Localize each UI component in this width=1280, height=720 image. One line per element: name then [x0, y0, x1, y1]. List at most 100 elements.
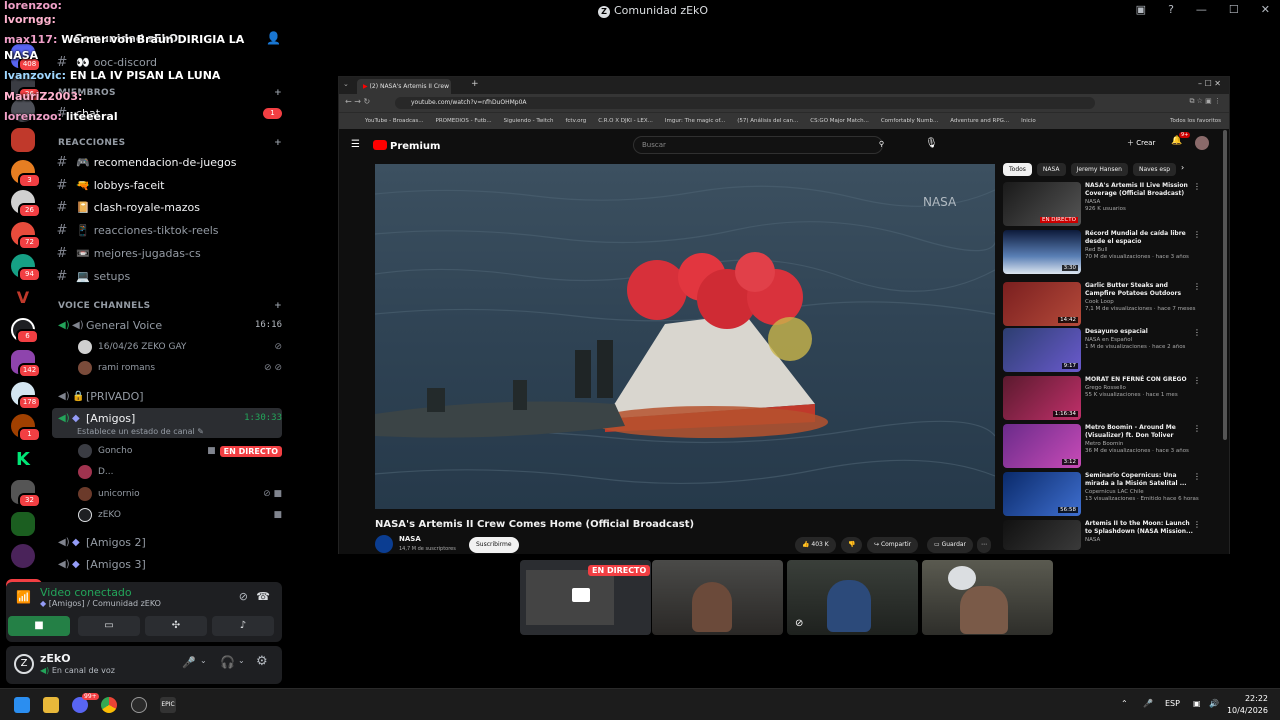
close-button[interactable]: ✕: [1261, 3, 1270, 16]
voice-member[interactable]: rami romans ⊘ ⊘: [78, 359, 282, 377]
voice-member[interactable]: 16/04/26 ZEKO GAY ⊘: [78, 338, 282, 356]
clock[interactable]: 22:22 10/4/2026: [1227, 693, 1268, 717]
category-miembros[interactable]: MIEMBROS +: [58, 88, 282, 98]
voice-status[interactable]: Video conectado: [40, 586, 132, 599]
youtube-search-input[interactable]: Buscar ⚲: [633, 136, 884, 154]
more-icon[interactable]: ⋮: [1193, 182, 1201, 191]
recommended-video[interactable]: 3:12 Metro Boomin - Around Me (Visualize…: [1003, 424, 1213, 468]
chip-todos[interactable]: Todos: [1003, 163, 1032, 176]
noise-suppression-icon[interactable]: ⊘: [239, 590, 248, 603]
language-indicator[interactable]: ESP: [1165, 699, 1180, 708]
chrome-icon[interactable]: [101, 697, 117, 713]
recommended-video[interactable]: Artemis II to the Moon: Launch to Splash…: [1003, 520, 1213, 550]
tab-search-icon[interactable]: ⌄: [343, 80, 349, 88]
channel-setups[interactable]: # 💻 setups: [52, 266, 282, 286]
camera-button[interactable]: ■: [8, 616, 70, 636]
bookmark[interactable]: Siguiendo - Twitch: [504, 118, 554, 124]
add-channel-icon[interactable]: +: [274, 301, 282, 311]
user-name[interactable]: zEkO: [40, 652, 71, 665]
voice-member[interactable]: D...: [78, 463, 282, 481]
recommended-video[interactable]: 9:17 Desayuno espacial NASA en Español 1…: [1003, 328, 1213, 372]
nasa-channel-avatar[interactable]: [375, 535, 393, 553]
more-icon[interactable]: ⋮: [1193, 328, 1201, 337]
channel-reacciones-tiktok-reels[interactable]: # 📱 reacciones-tiktok-reels: [52, 220, 282, 240]
server-icon-z[interactable]: 6: [11, 318, 39, 344]
account-avatar[interactable]: [1195, 136, 1209, 150]
headphones-icon[interactable]: 🎧: [220, 655, 235, 669]
server-icon-11[interactable]: 32: [11, 480, 41, 508]
bookmark[interactable]: Imgur: The magic of...: [665, 118, 725, 124]
user-avatar[interactable]: Z: [14, 654, 34, 674]
bookmark[interactable]: fctv.org: [565, 118, 586, 124]
bookmark[interactable]: Inicio: [1021, 118, 1036, 124]
windows-start-icon[interactable]: [14, 697, 30, 713]
gear-icon[interactable]: ⚙: [256, 654, 268, 669]
recommended-video[interactable]: 56:58 Seminario Copernicus: Una mirada a…: [1003, 472, 1213, 516]
server-icon-7[interactable]: 94: [11, 254, 41, 282]
stream-browser-window[interactable]: ⌄ ▶ (2) NASA's Artemis II Crew + – ☐ ✕ ←…: [338, 76, 1230, 554]
address-bar[interactable]: youtube.com/watch?v=nfhDuOHMp0A: [395, 97, 1095, 109]
stream-tile-camera-3[interactable]: [922, 560, 1053, 635]
channel-mejores-jugadas-cs[interactable]: # 📼 mejores-jugadas-cs: [52, 243, 282, 263]
voice-channel-amigos-3[interactable]: ◀) ◆ [Amigos 3]: [58, 554, 282, 574]
volume-icon[interactable]: 🔊: [1209, 699, 1219, 708]
chevron-down-icon[interactable]: ⌄: [238, 656, 245, 665]
bookmark[interactable]: CS:GO Major Match...: [810, 118, 869, 124]
microphone-icon[interactable]: 🎤: [182, 656, 196, 669]
chip-naves[interactable]: Naves esp: [1132, 163, 1177, 176]
screen-share-button[interactable]: ▭: [78, 616, 140, 636]
recommended-video[interactable]: 3:30 Récord Mundial de caída libre desde…: [1003, 230, 1213, 274]
bookmark[interactable]: PROMEDIOS - Futb...: [436, 118, 492, 124]
bookmark[interactable]: Comfortably Numb...: [881, 118, 938, 124]
server-icon-v[interactable]: V: [11, 286, 35, 310]
more-icon[interactable]: ⋮: [1193, 282, 1201, 291]
dislike-button[interactable]: 👎: [841, 537, 863, 553]
voice-member-unicornio[interactable]: unicornio ⊘ ■: [78, 485, 282, 503]
steam-icon[interactable]: [131, 697, 147, 713]
help-icon[interactable]: ?: [1168, 3, 1174, 16]
more-icon[interactable]: ⋮: [1193, 472, 1201, 481]
set-channel-status[interactable]: Establece un estado de canal ✎: [77, 427, 204, 436]
channel-name[interactable]: NASA: [399, 535, 421, 543]
channel-clash-royale-mazos[interactable]: # 📔 clash-royale-mazos: [52, 197, 282, 217]
more-icon[interactable]: ⋮: [1193, 520, 1201, 529]
signal-icon[interactable]: 📶: [16, 590, 31, 604]
save-button[interactable]: ▭ Guardar: [927, 537, 974, 553]
chip-nasa[interactable]: NASA: [1036, 163, 1066, 176]
like-button[interactable]: 👍 403 K: [795, 537, 836, 553]
file-explorer-icon[interactable]: [43, 697, 59, 713]
add-member-icon[interactable]: 👤: [266, 31, 281, 45]
server-icon-8[interactable]: 142: [11, 350, 41, 378]
browser-tab[interactable]: ▶ (2) NASA's Artemis II Crew: [357, 79, 451, 94]
stream-tile-screen[interactable]: EN DIRECTO: [520, 560, 651, 635]
chevron-right-icon[interactable]: ›: [1181, 163, 1184, 176]
subscribe-button[interactable]: Suscribirme: [469, 537, 519, 553]
extensions-icons[interactable]: ⧉ ☆ ▣ ⋮: [1189, 97, 1221, 106]
channel-recomendacion-de-juegos[interactable]: # 🎮 recomendacion-de-juegos: [52, 152, 282, 172]
soundboard-button[interactable]: ♪: [212, 616, 274, 636]
create-button[interactable]: ＋ Crear: [1127, 138, 1155, 148]
category-voice-channels[interactable]: VOICE CHANNELS +: [58, 301, 282, 311]
microphone-tray-icon[interactable]: 🎤: [1143, 699, 1153, 708]
new-tab-button[interactable]: +: [471, 79, 479, 89]
server-icon-5[interactable]: 26: [11, 190, 41, 218]
stream-tile-camera-1[interactable]: [652, 560, 783, 635]
video-player[interactable]: NASA: [375, 164, 995, 509]
disconnect-icon[interactable]: ☎: [256, 590, 270, 603]
voice-channel-amigos[interactable]: ◀) ◆ [Amigos] 1:30:33: [58, 408, 282, 428]
chip-jeremy-hansen[interactable]: Jeremy Hansen: [1070, 163, 1128, 176]
category-reacciones[interactable]: REACCIONES +: [58, 138, 282, 148]
minimize-button[interactable]: —: [1196, 3, 1207, 16]
more-icon[interactable]: ⋮: [1193, 230, 1201, 239]
recommended-video[interactable]: 1:16:34 MORAT EN FERNÉ CON GREGO Grego R…: [1003, 376, 1213, 420]
stream-tile-camera-2[interactable]: ⊘: [787, 560, 918, 635]
more-icon[interactable]: ⋮: [1193, 424, 1201, 433]
bookmark[interactable]: YouTube - Broadcas...: [365, 118, 424, 124]
search-icon[interactable]: ⚲: [879, 140, 884, 148]
bookmark[interactable]: Todos los favoritos: [1170, 118, 1221, 124]
voice-channel-privado[interactable]: ◀) 🔒 [PRIVADO]: [58, 386, 282, 406]
youtube-logo[interactable]: Premium: [373, 140, 440, 152]
network-icon[interactable]: ▣: [1193, 699, 1201, 708]
channel-lobbys-faceit[interactable]: # 🔫 lobbys-faceit: [52, 175, 282, 195]
maximize-button[interactable]: ☐: [1229, 3, 1239, 16]
